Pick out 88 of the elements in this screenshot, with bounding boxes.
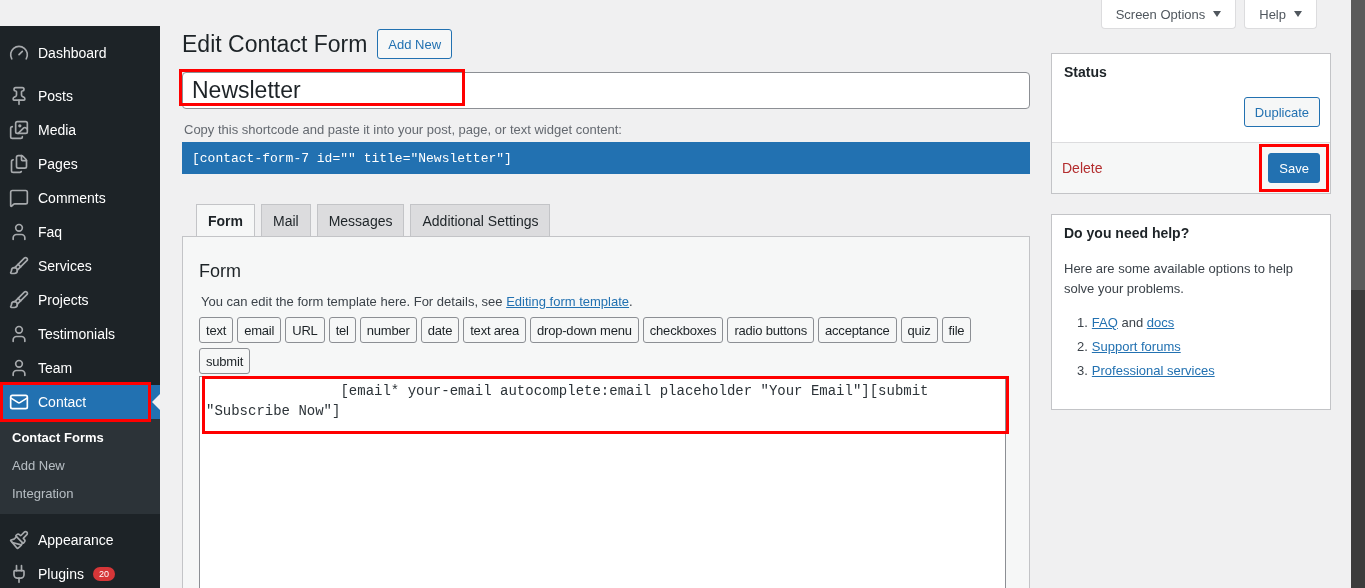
submenu-item[interactable]: Contact Forms	[0, 424, 160, 452]
delete-link[interactable]: Delete	[1062, 160, 1103, 176]
tag-generator-button[interactable]: checkboxes	[642, 317, 724, 343]
box-title: Do you need help?	[1063, 224, 1191, 243]
save-button[interactable]: Save	[1268, 153, 1320, 183]
tag-generator-button[interactable]: file	[941, 317, 972, 343]
scrollbar[interactable]	[1351, 0, 1365, 588]
page-title: Edit Contact Form	[182, 30, 368, 58]
sidebar-menu-item[interactable]: Projects	[0, 283, 160, 317]
help-link[interactable]: FAQ	[1091, 315, 1118, 330]
title-input[interactable]: Newsletter	[182, 72, 1030, 109]
sidebar-menu-item[interactable]: Services	[0, 249, 160, 283]
menu-icon	[9, 188, 29, 208]
tab[interactable]: Additional Settings	[410, 204, 551, 236]
menu-label: Posts	[38, 88, 73, 104]
sidebar-menu-item[interactable]: Pages	[0, 147, 160, 181]
tag-generator-button[interactable]: tel	[328, 317, 356, 343]
editing-guide-link[interactable]: Editing form template	[506, 294, 630, 309]
tag-generator-button[interactable]: drop-down menu	[530, 317, 639, 343]
menu-icon	[9, 154, 29, 174]
tag-generator-button[interactable]: number	[359, 317, 417, 343]
list-number: 2.	[1077, 338, 1088, 356]
menu-label: Plugins	[38, 566, 84, 582]
sidebar-menu-item[interactable]: Comments	[0, 181, 160, 215]
tag-generator-button[interactable]: submit	[199, 348, 251, 374]
tag-generator-button[interactable]: text area	[463, 317, 526, 343]
menu-icon	[9, 392, 29, 412]
menu-icon	[9, 530, 29, 550]
menu-label: Services	[38, 258, 92, 274]
tab[interactable]: Mail	[261, 204, 311, 236]
sidebar-menu-item[interactable]: Contact	[0, 385, 160, 419]
tag-generator-button[interactable]: URL	[285, 317, 325, 343]
menu-icon	[9, 222, 29, 242]
sidebar-menu-item[interactable]: Testimonials	[0, 317, 160, 351]
menu-icon	[9, 256, 29, 276]
menu-label: Team	[38, 360, 73, 376]
submenu-item[interactable]: Integration	[0, 480, 160, 508]
panel-heading: Form	[199, 261, 242, 282]
menu-icon	[9, 43, 29, 63]
menu-label: Comments	[38, 190, 106, 206]
sidebar-menu-item[interactable]: Appearance	[0, 523, 160, 557]
sidebar-menu-item[interactable]: Media	[0, 113, 160, 147]
menu-label: Contact	[38, 394, 87, 410]
menu-label: Dashboard	[38, 45, 107, 61]
tab[interactable]: Form	[196, 204, 255, 236]
help-link[interactable]: docs	[1146, 315, 1175, 330]
tag-generator-button[interactable]: acceptance	[818, 317, 897, 343]
shortcode-description: Copy this shortcode and paste it into your post, page, or text widget content:	[184, 122, 623, 137]
menu-icon	[9, 86, 29, 106]
box-title: Status	[1063, 63, 1108, 82]
tag-generator-button[interactable]: email	[237, 317, 282, 343]
help-link[interactable]: Support forums	[1091, 339, 1181, 354]
intro-text: You can edit the form template here. For details, see Editing form template.	[201, 294, 634, 309]
list-number: 3.	[1077, 362, 1088, 380]
submenu-item[interactable]: Add New	[0, 452, 160, 480]
menu-icon	[9, 358, 29, 378]
shortcode-text: [contact-form-7 id="" title="Newsletter"]	[182, 142, 1030, 174]
template-editor[interactable]: [email* your-email autocomplete:email placeholder "Your Email"][submit "Subscribe Now"]	[199, 376, 1006, 588]
menu-icon	[9, 290, 29, 310]
sidebar-menu-item[interactable]: Faq	[0, 215, 160, 249]
menu-icon	[9, 324, 29, 344]
tag-generator-button[interactable]: radio buttons	[727, 317, 814, 343]
screen-meta-toggle[interactable]: Screen Options	[1100, 0, 1237, 29]
sidebar-menu-item[interactable]: Plugins 20	[0, 557, 160, 588]
count-badge: 20	[92, 567, 115, 581]
tag-generator-button[interactable]: quiz	[900, 317, 938, 343]
sidebar-menu-item[interactable]: Dashboard	[0, 36, 160, 70]
sidebar-menu-item[interactable]: Posts	[0, 79, 160, 113]
caret-icon	[1294, 11, 1302, 17]
menu-label: Testimonials	[38, 326, 116, 342]
add-new-button[interactable]: Add New	[377, 29, 453, 59]
screen-meta-toggle[interactable]: Help	[1244, 0, 1317, 29]
menu-label: Pages	[38, 156, 78, 172]
menu-label: Appearance	[38, 532, 114, 548]
list-number: 1.	[1077, 314, 1088, 332]
help-text: and	[1120, 315, 1145, 330]
caret-icon	[1213, 11, 1222, 17]
help-text: Here are some available options to help solve your problems.	[1064, 260, 1295, 298]
menu-icon	[9, 120, 29, 140]
tag-generator-button[interactable]: text	[199, 317, 234, 343]
tab[interactable]: Messages	[316, 204, 405, 236]
tag-generator-button[interactable]: date	[420, 317, 460, 343]
menu-label: Media	[38, 122, 77, 138]
help-link[interactable]: Professional services	[1091, 363, 1215, 378]
sidebar-menu-item[interactable]: Team	[0, 351, 160, 385]
menu-label: Projects	[38, 292, 89, 308]
duplicate-button[interactable]: Duplicate	[1243, 97, 1320, 127]
menu-label: Faq	[38, 224, 63, 240]
